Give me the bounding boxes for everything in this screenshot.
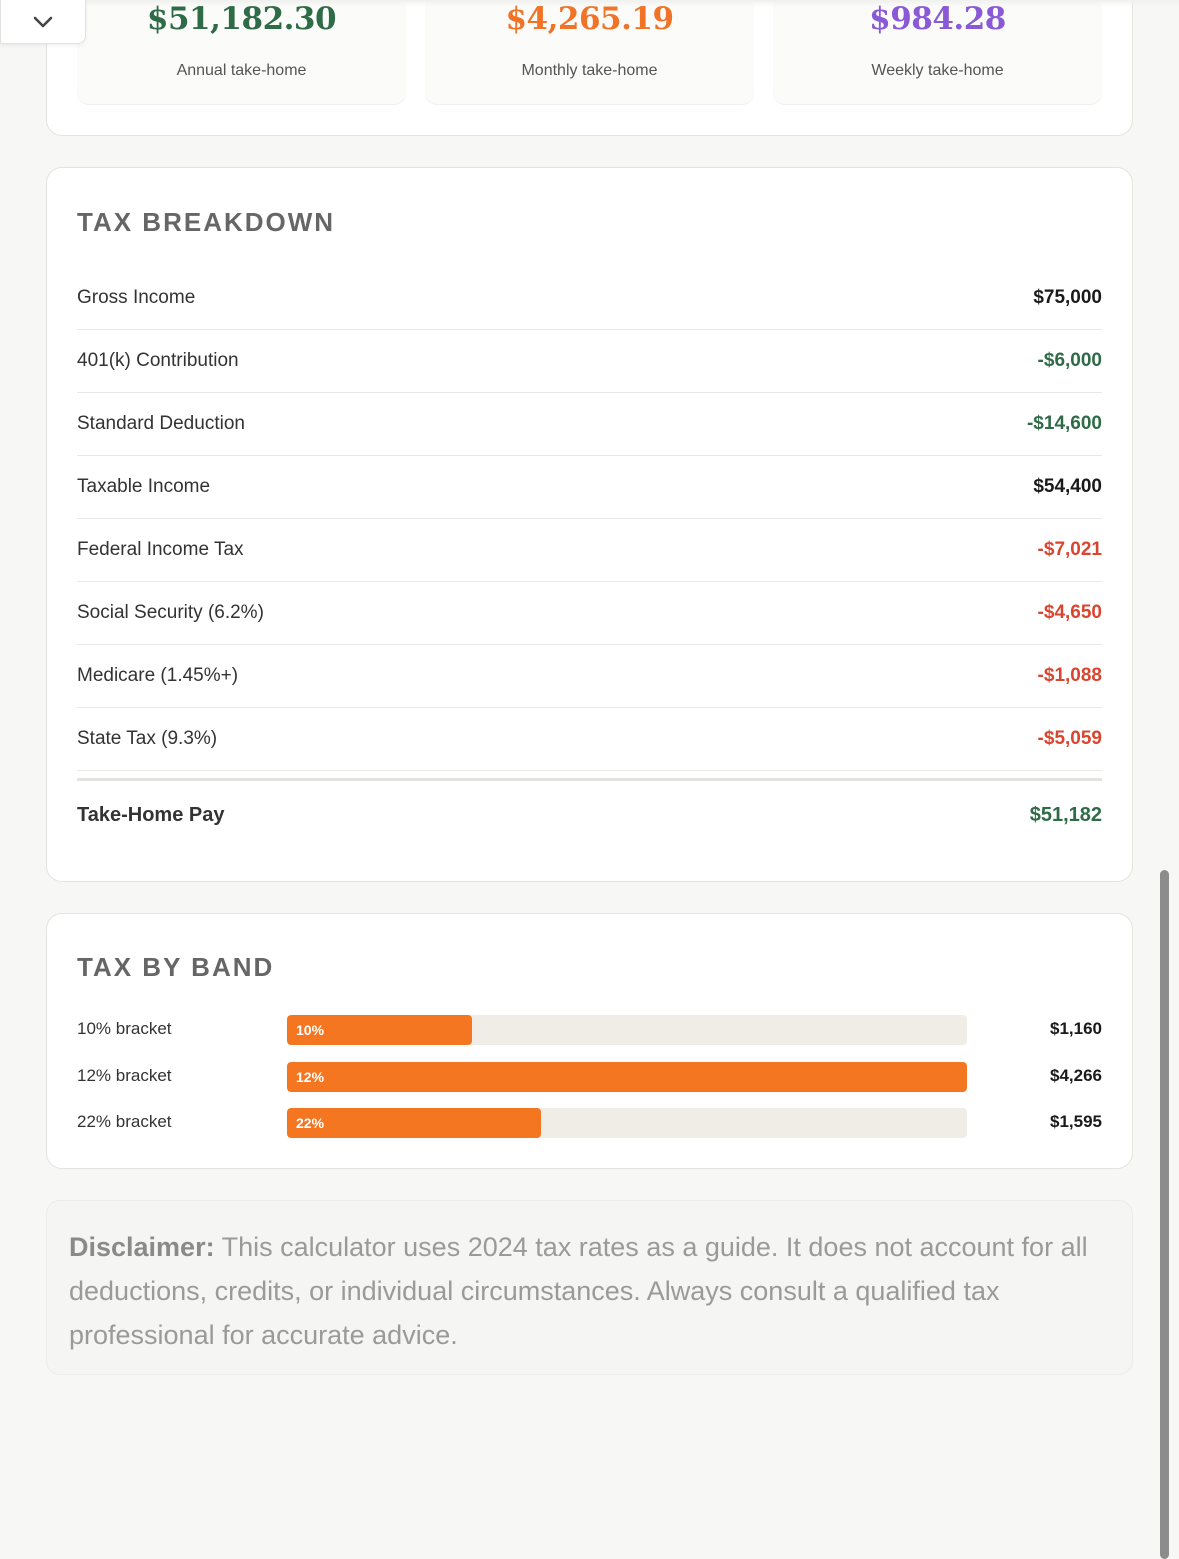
annual-label: Annual take-home	[176, 62, 307, 79]
page: $51,182.30 Annual take-home $4,265.19 Mo…	[0, 0, 1179, 1559]
vertical-scrollbar[interactable]	[1160, 870, 1169, 1559]
row-label: 401(k) Contribution	[77, 350, 239, 371]
band-amount: $1,595	[1050, 1112, 1102, 1131]
monthly-tile: $4,265.19 Monthly take-home	[425, 0, 754, 104]
tax-breakdown-card: TAX BREAKDOWN Gross Income $75,000 401(k…	[46, 167, 1133, 882]
row-label: Social Security (6.2%)	[77, 602, 264, 623]
breakdown-row: State Tax (9.3%) -$5,059	[77, 708, 1102, 771]
row-value: -$14,600	[1026, 413, 1102, 434]
take-home-summary-card: $51,182.30 Annual take-home $4,265.19 Mo…	[46, 0, 1133, 136]
summary-grid: $51,182.30 Annual take-home $4,265.19 Mo…	[77, 0, 1103, 104]
total-label: Take-Home Pay	[77, 804, 225, 826]
band-bar-fill: 12%	[287, 1062, 967, 1092]
band-row: 10% bracket 10% $1,160	[77, 1015, 1102, 1045]
band-bar-track: 12%	[287, 1062, 967, 1092]
weekly-label: Weekly take-home	[871, 62, 1004, 79]
breakdown-row: Medicare (1.45%+) -$1,088	[77, 645, 1102, 708]
row-value: -$5,059	[1037, 728, 1102, 749]
band-label: 10% bracket	[77, 1019, 172, 1038]
row-label: Standard Deduction	[77, 413, 245, 434]
tax-by-band-card: TAX BY BAND 10% bracket 10% $1,160 12% b…	[46, 913, 1133, 1169]
band-amount: $1,160	[1050, 1019, 1102, 1038]
breakdown-row: Federal Income Tax -$7,021	[77, 519, 1102, 582]
top-edge-shadow	[0, 0, 1179, 7]
band-row: 22% bracket 22% $1,595	[77, 1108, 1102, 1138]
band-row: 12% bracket 12% $4,266	[77, 1062, 1102, 1092]
row-value: -$6,000	[1037, 350, 1102, 371]
row-value: $75,000	[1033, 287, 1102, 308]
take-home-total-row: Take-Home Pay $51,182	[77, 778, 1102, 850]
row-value: -$1,088	[1037, 665, 1102, 686]
annual-tile: $51,182.30 Annual take-home	[77, 0, 406, 104]
row-label: State Tax (9.3%)	[77, 728, 218, 749]
row-label: Federal Income Tax	[77, 539, 244, 560]
breakdown-row: Social Security (6.2%) -$4,650	[77, 582, 1102, 645]
band-bar-fill: 10%	[287, 1015, 472, 1045]
disclaimer-lead: Disclaimer:	[69, 1232, 215, 1262]
row-value: -$4,650	[1037, 602, 1102, 623]
band-amount: $4,266	[1050, 1066, 1102, 1085]
row-label: Taxable Income	[77, 476, 211, 497]
disclaimer-text: This calculator uses 2024 tax rates as a…	[69, 1232, 1088, 1350]
breakdown-row: Gross Income $75,000	[77, 267, 1102, 330]
band-bar-track: 10%	[287, 1015, 967, 1045]
chevron-down-icon	[33, 16, 53, 27]
band-label: 22% bracket	[77, 1112, 172, 1131]
breakdown-row: Standard Deduction -$14,600	[77, 393, 1102, 456]
row-value: $54,400	[1033, 476, 1102, 497]
row-label: Gross Income	[77, 287, 196, 308]
disclaimer-box: Disclaimer: This calculator uses 2024 ta…	[46, 1200, 1133, 1375]
band-bar-fill: 22%	[287, 1108, 542, 1138]
breakdown-row: 401(k) Contribution -$6,000	[77, 330, 1102, 393]
breakdown-row: Taxable Income $54,400	[77, 456, 1102, 519]
band-label: 12% bracket	[77, 1066, 172, 1085]
section-title: TAX BY BAND	[77, 952, 275, 982]
collapse-toggle-button[interactable]	[0, 0, 86, 44]
section-title: TAX BREAKDOWN	[77, 207, 336, 237]
row-label: Medicare (1.45%+)	[77, 665, 239, 686]
row-value: -$7,021	[1037, 539, 1102, 560]
monthly-label: Monthly take-home	[521, 62, 658, 79]
total-value: $51,182	[1029, 804, 1102, 826]
weekly-tile: $984.28 Weekly take-home	[773, 0, 1102, 104]
band-bar-track: 22%	[287, 1108, 967, 1138]
